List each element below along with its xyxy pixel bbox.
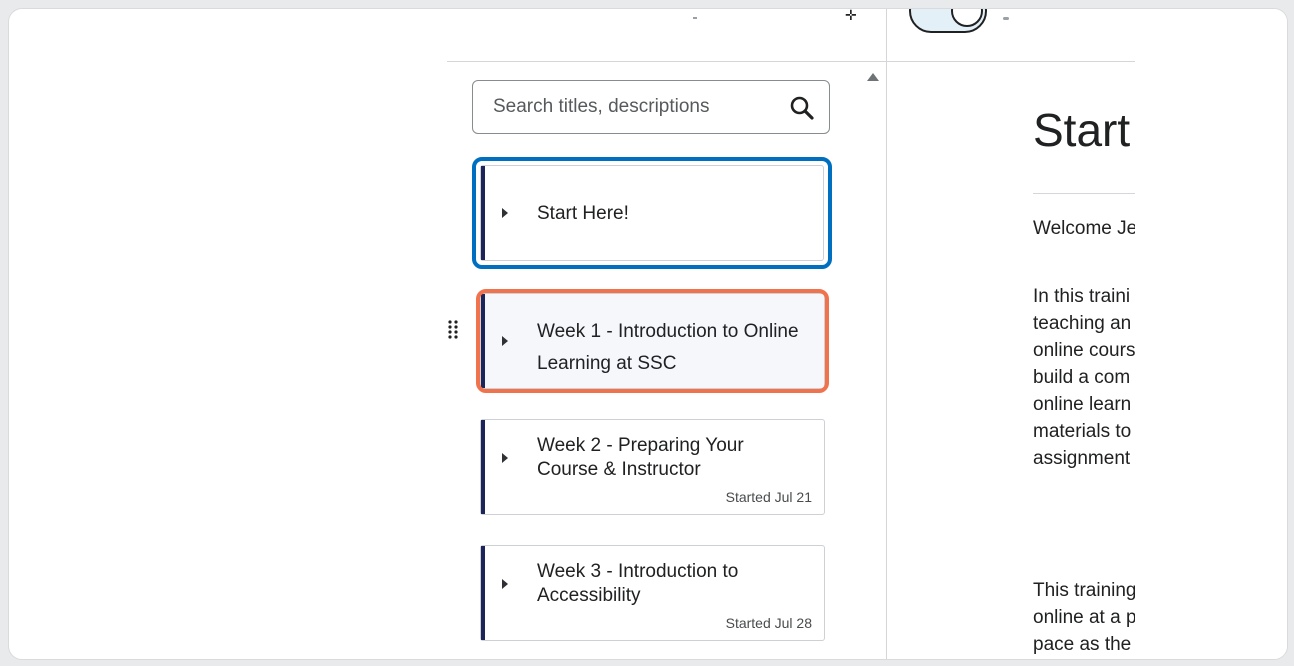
module-status: Started Jul 21 bbox=[725, 489, 812, 505]
module-status: Started Jul 28 bbox=[725, 615, 812, 631]
focus-ring bbox=[472, 157, 832, 269]
pane-divider[interactable] bbox=[886, 9, 887, 659]
title-divider bbox=[1033, 193, 1143, 194]
toolbar-fragment bbox=[1003, 17, 1009, 20]
expand-caret-icon[interactable] bbox=[502, 579, 508, 589]
expand-caret-icon[interactable] bbox=[502, 453, 508, 463]
search-icon[interactable] bbox=[789, 95, 815, 121]
module-accent-bar bbox=[481, 546, 485, 640]
module-title: Week 3 - Introduction to Accessibility bbox=[537, 561, 739, 606]
search-input[interactable] bbox=[473, 81, 773, 133]
toggle-knob bbox=[951, 9, 983, 27]
app-window: ✛ Start Here! Week 1 - Introduction to O… bbox=[8, 8, 1288, 660]
highlight-ring bbox=[476, 289, 829, 393]
search-field[interactable] bbox=[472, 80, 830, 134]
module-accent-bar bbox=[481, 420, 485, 514]
module-title: Week 2 - Preparing Your Course & Instruc… bbox=[537, 435, 744, 480]
drag-handle-icon[interactable] bbox=[447, 319, 459, 341]
toolbar-fragment bbox=[693, 17, 697, 19]
module-week-3[interactable]: Week 3 - Introduction to Accessibility S… bbox=[480, 545, 825, 641]
viewport-edge bbox=[1135, 9, 1287, 659]
view-toggle[interactable] bbox=[909, 9, 987, 33]
module-week-2[interactable]: Week 2 - Preparing Your Course & Instruc… bbox=[480, 419, 825, 515]
add-icon[interactable]: ✛ bbox=[845, 9, 859, 25]
top-toolbar bbox=[447, 9, 1147, 61]
page-title: Start bbox=[1033, 104, 1131, 156]
header-divider bbox=[447, 61, 1135, 62]
scroll-up-arrow-icon[interactable] bbox=[867, 73, 879, 81]
